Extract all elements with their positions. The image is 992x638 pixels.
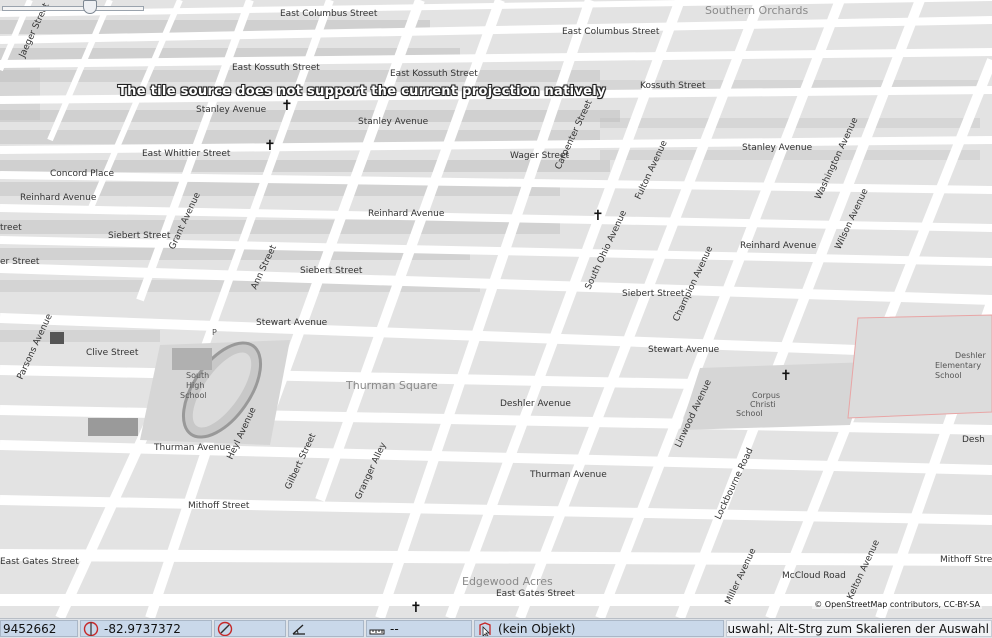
selection-value: (kein Objekt) (498, 621, 576, 636)
street-label: Mithoff Street (188, 501, 250, 511)
street-label: East Whittier Street (142, 149, 231, 159)
longitude-value: -82.9737372 (104, 621, 181, 636)
ruler-icon (369, 621, 385, 636)
street-label: Reinhard Avenue (740, 241, 817, 251)
latitude-cell: 9452662 (0, 620, 78, 637)
street-label: East Gates Street (0, 557, 79, 567)
street-label: Stewart Avenue (648, 345, 720, 355)
church-icon-3: ✝ (592, 208, 604, 224)
area-label-edgewood-acres: Edgewood Acres (462, 575, 553, 588)
school-label: High (186, 381, 204, 390)
church-icon-5: ✝ (410, 600, 422, 616)
street-label: Clive Street (86, 348, 139, 358)
church-icon-2: ✝ (264, 138, 276, 154)
street-label: Concord Place (50, 169, 114, 179)
map-view[interactable]: ✝ ✝ ✝ ✝ ✝ Southern Orchards Thurman Squa… (0, 0, 992, 618)
street-label: Deshler Avenue (500, 399, 571, 409)
street-label: Stewart Avenue (256, 318, 328, 328)
street-label: Thurman Avenue (529, 470, 607, 480)
street-label: Reinhard Avenue (368, 209, 445, 219)
street-label: Reinhard Avenue (20, 193, 97, 203)
street-label: East Columbus Street (280, 9, 378, 19)
street-label: Siebert Street (108, 231, 171, 241)
street-label: Mithoff Street (940, 555, 992, 565)
street-label: Siebert Street (622, 289, 685, 299)
street-label: East Gates Street (496, 589, 575, 599)
school-label: Elementary (935, 361, 981, 370)
school-label: Corpus (752, 391, 780, 400)
zoom-slider-track[interactable] (2, 6, 144, 11)
status-bar: 9452662 -82.9737372 -- (kein Objekt) <St… (0, 618, 992, 638)
selection-icon (477, 621, 493, 636)
zoom-slider-knob[interactable] (82, 0, 97, 14)
lon-compass-icon (83, 621, 99, 636)
church-icon-1: ✝ (281, 98, 293, 114)
school-label: School (935, 371, 962, 380)
street-label: Thurman Avenue (153, 443, 231, 453)
south-high-school-grounds (140, 340, 290, 445)
distance-value: -- (390, 621, 399, 636)
school-label: Christi (750, 400, 776, 409)
street-label: McCloud Road (782, 571, 846, 581)
street-label: Stanley Avenue (742, 143, 813, 153)
street-label: East Kossuth Street (232, 63, 320, 73)
school-label: School (736, 409, 763, 418)
zoom-slider[interactable] (0, 0, 145, 16)
parking-icon: P (212, 328, 217, 337)
school-label: Deshler (955, 351, 986, 360)
street-label: Siebert Street (300, 266, 363, 276)
street-label: Desh (962, 435, 985, 445)
street-label: East Columbus Street (562, 27, 660, 37)
area-label-southern-orchards: Southern Orchards (705, 4, 809, 17)
street-label: East Kossuth Street (390, 69, 478, 79)
longitude-cell: -82.9737372 (80, 620, 212, 637)
heading-compass-icon (217, 621, 233, 636)
angle-icon (291, 621, 307, 636)
school-label: South (186, 371, 209, 380)
area-label-thurman-square: Thurman Square (345, 379, 438, 392)
angle-cell (288, 620, 364, 637)
church-icon-4: ✝ (780, 368, 792, 384)
help-cell: <Strg>+<Alt>-Umschalttaste-Strg zum Dreh… (726, 620, 992, 637)
street-label: Kossuth Street (640, 81, 706, 91)
school-label: School (180, 391, 207, 400)
projection-warning: The tile source does not support the cur… (118, 84, 606, 99)
street-label: Stanley Avenue (358, 117, 429, 127)
latitude-value: 9452662 (3, 621, 57, 636)
selection-cell: (kein Objekt) (474, 620, 724, 637)
heading-cell (214, 620, 286, 637)
street-label: er Street (0, 257, 40, 267)
map-attribution[interactable]: © OpenStreetMap contributors, CC-BY-SA (812, 600, 982, 609)
help-text: <Strg>+<Alt>-Umschalttaste-Strg zum Dreh… (727, 621, 989, 636)
street-label: treet (0, 223, 22, 233)
street-label: Stanley Avenue (196, 105, 267, 115)
distance-cell: -- (366, 620, 472, 637)
